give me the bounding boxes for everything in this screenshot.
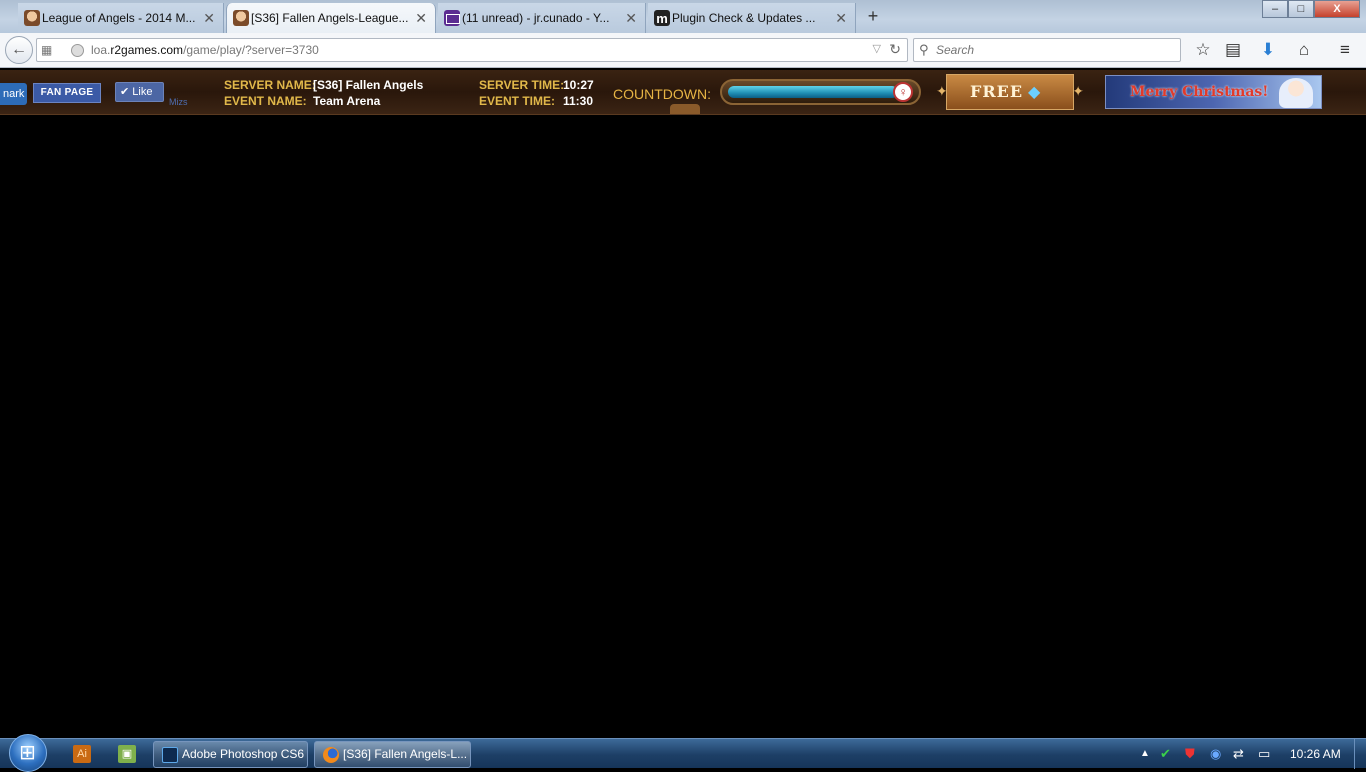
tab-title: League of Angels - 2014 M...: [42, 11, 196, 25]
bookmark-star-icon[interactable]: ☆: [1192, 39, 1214, 61]
free-label: FREE: [970, 82, 1024, 101]
countdown-progress-fill: [728, 86, 898, 98]
tab-title: Plugin Check & Updates ...: [672, 11, 816, 25]
server-name-label: SERVER NAME:: [224, 78, 316, 92]
ribbon-award-icon[interactable]: ♀: [893, 82, 913, 102]
mizs-label: Mizs: [169, 97, 188, 107]
firefox-icon: [323, 747, 339, 763]
countdown-progress-bar: ♀: [720, 79, 921, 105]
search-icon: ⚲: [919, 42, 929, 57]
back-button[interactable]: ←: [5, 36, 33, 64]
back-arrow-icon: ←: [11, 41, 27, 58]
countdown-label: COUNTDOWN:: [613, 86, 711, 102]
sync-icon[interactable]: ⇄: [1233, 746, 1244, 762]
tab-fallen-angels[interactable]: [S36] Fallen Angels-League... ✕: [226, 3, 436, 33]
show-desktop-button[interactable]: [1354, 739, 1366, 769]
close-tab-icon[interactable]: ✕: [835, 10, 847, 26]
show-hidden-icons[interactable]: ▲: [1140, 748, 1150, 759]
right-wing-icon: ✦: [1072, 83, 1084, 99]
home-icon[interactable]: ⌂: [1293, 39, 1315, 61]
tab-plugin-check[interactable]: m Plugin Check & Updates ... ✕: [648, 3, 856, 33]
christmas-banner-text: Merry Christmas!: [1130, 84, 1269, 100]
nav-bar: ← ▦ loa.r2games.com/game/play/?server=37…: [0, 33, 1366, 68]
download-icon[interactable]: ⬇: [1257, 39, 1279, 61]
event-time-value: 11:30: [563, 94, 594, 108]
bookmark-button[interactable]: nark: [0, 83, 28, 105]
task-label: [S36] Fallen Angels-L...: [343, 747, 468, 761]
tab-strip: League of Angels - 2014 M... ✕ [S36] Fal…: [0, 0, 1366, 33]
tab-groups-icon[interactable]: ▦: [41, 43, 55, 57]
search-bar[interactable]: ⚲: [913, 38, 1181, 62]
angel-favicon-icon: [233, 10, 249, 26]
game-canvas[interactable]: [0, 116, 1366, 738]
taskbar-task-photoshop[interactable]: Adobe Photoshop CS6: [153, 741, 308, 768]
server-time-label: SERVER TIME:: [479, 78, 565, 92]
start-button[interactable]: [9, 734, 47, 772]
pinned-app-icon[interactable]: ▣: [118, 745, 136, 763]
diamond-icon: ◆: [1028, 84, 1041, 101]
url-text[interactable]: loa.r2games.com/game/play/?server=3730: [91, 43, 319, 57]
tab-title: (11 unread) - jr.cunado - Y...: [462, 11, 610, 25]
url-dropdown-icon[interactable]: ▽: [873, 42, 881, 55]
event-name-label: EVENT NAME:: [224, 94, 307, 108]
url-bar[interactable]: ▦ loa.r2games.com/game/play/?server=3730…: [36, 38, 908, 62]
check-icon: ✔: [120, 86, 130, 98]
christmas-banner[interactable]: Merry Christmas!: [1105, 75, 1322, 109]
windows-taskbar: Ai ▣ Adobe Photoshop CS6 [S36] Fallen An…: [0, 734, 1366, 772]
site-identity-icon[interactable]: [71, 44, 84, 57]
network-agent-icon[interactable]: ◉: [1210, 746, 1221, 762]
search-input[interactable]: [936, 42, 1166, 58]
taskbar-clock[interactable]: 10:26 AM: [1290, 747, 1341, 761]
task-label: Adobe Photoshop CS6: [182, 747, 305, 761]
angel-favicon-icon: [24, 10, 40, 26]
close-tab-icon[interactable]: ✕: [415, 10, 427, 26]
maximize-button[interactable]: □: [1288, 0, 1314, 18]
window-controls: – □ X: [1262, 0, 1360, 18]
close-tab-icon[interactable]: ✕: [625, 10, 637, 26]
menu-icon[interactable]: ≡: [1334, 39, 1356, 61]
m-favicon-icon: m: [654, 10, 670, 26]
fan-page-button[interactable]: FAN PAGE: [33, 83, 101, 103]
mail-favicon-icon: [444, 10, 460, 26]
tab-title: [S36] Fallen Angels-League...: [251, 11, 409, 25]
tab-mail[interactable]: (11 unread) - jr.cunado - Y... ✕: [438, 3, 646, 33]
facebook-like-button[interactable]: ✔ Like: [115, 82, 164, 102]
angel-figure-icon: [1279, 78, 1313, 108]
close-tab-icon[interactable]: ✕: [203, 10, 215, 26]
new-tab-button[interactable]: +: [862, 5, 884, 27]
event-name-value: Team Arena: [313, 94, 381, 108]
reload-icon[interactable]: ↻: [889, 41, 901, 58]
network-icon[interactable]: ▭: [1258, 746, 1270, 762]
tab-league-of-angels[interactable]: League of Angels - 2014 M... ✕: [18, 3, 224, 33]
taskbar-task-firefox[interactable]: [S36] Fallen Angels-L...: [314, 741, 471, 768]
illustrator-pinned-icon[interactable]: Ai: [73, 745, 91, 763]
minimize-button[interactable]: –: [1262, 0, 1288, 18]
security-check-icon[interactable]: ✔: [1160, 746, 1171, 762]
close-window-button[interactable]: X: [1314, 0, 1360, 18]
server-name-value: [S36] Fallen Angels: [313, 78, 424, 92]
free-gems-button[interactable]: ✦ FREE ◆ ✦: [936, 73, 1084, 111]
photoshop-icon: [162, 747, 178, 763]
reading-list-icon[interactable]: ▤: [1222, 39, 1244, 61]
shield-icon[interactable]: ⛊: [1185, 746, 1195, 762]
server-time-value: 10:27: [563, 78, 594, 92]
collapse-header-tab[interactable]: [670, 104, 700, 114]
like-label: Like: [132, 86, 153, 98]
event-time-label: EVENT TIME:: [479, 94, 556, 108]
